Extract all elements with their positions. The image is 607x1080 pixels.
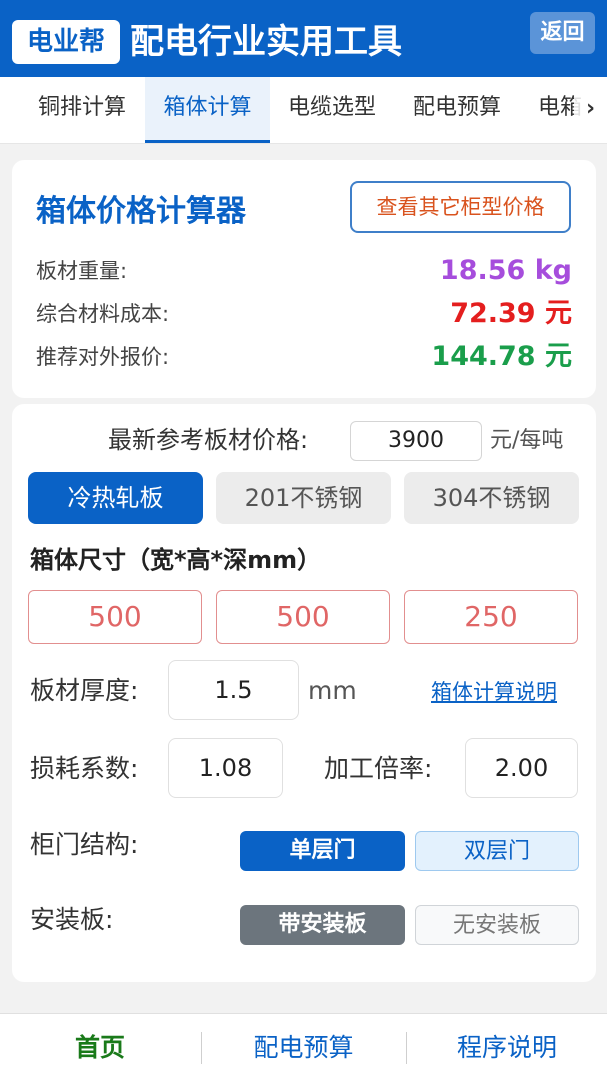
- depth-input[interactable]: 250: [404, 590, 578, 644]
- result-row-quote: 推荐对外报价: 144.78 元: [36, 339, 572, 375]
- app-logo: 电业帮: [12, 20, 120, 64]
- calculator-title: 箱体价格计算器: [36, 194, 246, 229]
- material-304-stainless-button[interactable]: 304不锈钢: [404, 472, 579, 524]
- tab-distribution-budget[interactable]: 配电预算: [397, 77, 517, 143]
- material-cold-hot-rolled-button[interactable]: 冷热轧板: [28, 472, 203, 524]
- single-door-toggle[interactable]: 单层门: [240, 831, 405, 871]
- cost-label: 综合材料成本:: [36, 302, 170, 326]
- sheet-price-label: 最新参考板材价格:: [108, 426, 309, 454]
- thickness-label: 板材厚度:: [30, 676, 139, 705]
- loss-coefficient-input[interactable]: 1.08: [168, 738, 283, 798]
- door-structure-label: 柜门结构:: [30, 830, 139, 859]
- width-input[interactable]: 500: [28, 590, 202, 644]
- with-mounting-plate-toggle[interactable]: 带安装板: [240, 905, 405, 945]
- quote-value: 144.78 元: [431, 341, 572, 372]
- nav-program-description[interactable]: 程序说明: [407, 1014, 607, 1080]
- tab-copper-bar[interactable]: 铜排计算: [22, 77, 142, 143]
- form-card: 最新参考板材价格: 3900 元/每吨 冷热轧板 201不锈钢 304不锈钢 箱…: [12, 404, 596, 982]
- result-card: 箱体价格计算器 查看其它柜型价格 板材重量: 18.56 kg 综合材料成本: …: [12, 160, 596, 398]
- height-input[interactable]: 500: [216, 590, 390, 644]
- thickness-unit: mm: [308, 676, 357, 705]
- without-mounting-plate-toggle[interactable]: 无安装板: [415, 905, 579, 945]
- thickness-input[interactable]: 1.5: [168, 660, 299, 720]
- result-row-weight: 板材重量: 18.56 kg: [36, 253, 572, 289]
- cost-value: 72.39 元: [450, 298, 572, 329]
- double-door-toggle[interactable]: 双层门: [415, 831, 579, 871]
- bottom-navigation: 首页 配电预算 程序说明: [0, 1013, 607, 1080]
- app-title: 配电行业实用工具: [130, 22, 402, 62]
- box-size-title: 箱体尺寸（宽*高*深mm）: [30, 546, 322, 574]
- nav-home[interactable]: 首页: [0, 1014, 200, 1080]
- category-tabs: 铜排计算 箱体计算 电缆选型 配电预算 电箱 ›: [0, 77, 607, 144]
- tab-box-calc[interactable]: 箱体计算: [145, 77, 270, 143]
- sheet-price-unit: 元/每吨: [490, 428, 564, 453]
- box-calc-help-link[interactable]: 箱体计算说明: [431, 676, 557, 708]
- result-row-cost: 综合材料成本: 72.39 元: [36, 296, 572, 332]
- quote-label: 推荐对外报价:: [36, 345, 170, 369]
- tab-cable-selection[interactable]: 电缆选型: [272, 77, 392, 143]
- material-201-stainless-button[interactable]: 201不锈钢: [216, 472, 391, 524]
- back-button[interactable]: 返回: [530, 12, 595, 54]
- mounting-plate-label: 安装板:: [30, 905, 114, 934]
- other-cabinet-price-button[interactable]: 查看其它柜型价格: [350, 181, 571, 233]
- loss-coefficient-label: 损耗系数:: [30, 754, 139, 783]
- processing-rate-input[interactable]: 2.00: [465, 738, 578, 798]
- processing-rate-label: 加工倍率:: [324, 754, 433, 783]
- nav-distribution-budget[interactable]: 配电预算: [202, 1014, 405, 1080]
- app-header: 电业帮 配电行业实用工具 返回: [0, 0, 607, 77]
- chevron-right-icon[interactable]: ›: [574, 77, 607, 143]
- weight-label: 板材重量:: [36, 259, 128, 283]
- weight-value: 18.56 kg: [439, 255, 572, 286]
- sheet-price-input[interactable]: 3900: [350, 421, 482, 461]
